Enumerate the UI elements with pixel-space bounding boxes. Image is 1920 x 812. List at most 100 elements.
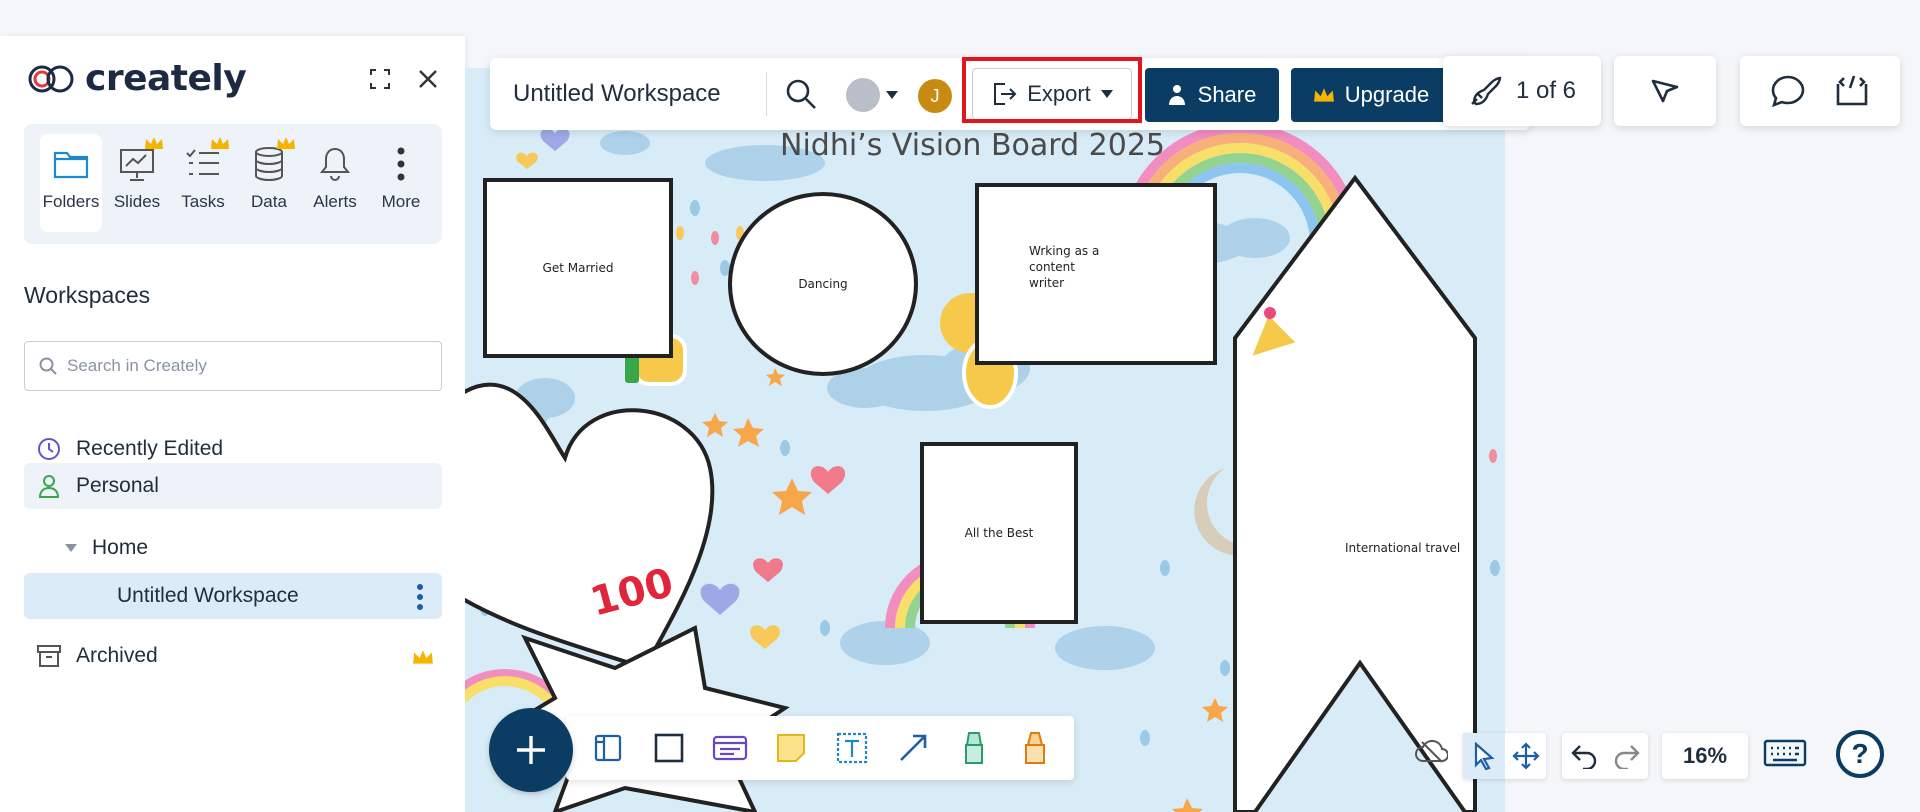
upgrade-button[interactable]: Upgrade [1291, 68, 1451, 122]
tree-personal[interactable]: Personal [24, 463, 442, 509]
avatar [846, 78, 880, 112]
marker-tool[interactable] [956, 730, 992, 766]
pointer-icon [1474, 742, 1495, 770]
nav-alerts[interactable]: Alerts [304, 134, 366, 232]
plus-icon [517, 736, 545, 764]
user-icon [36, 473, 62, 499]
nav-label: Data [251, 192, 287, 211]
card-tool[interactable] [712, 730, 748, 766]
undo-icon[interactable] [1570, 743, 1598, 769]
rectangle-tool[interactable] [651, 730, 687, 766]
crown-icon [276, 136, 296, 155]
library-icon [594, 734, 622, 762]
archive-icon [36, 643, 62, 669]
left-panel: creately Folders Slides Tasks Data Alert… [0, 36, 465, 812]
connector-tool[interactable] [895, 730, 931, 766]
highlighter-icon [1025, 732, 1045, 764]
nav-label: Folders [42, 192, 100, 211]
shape-get-married[interactable]: Get Married [483, 178, 673, 358]
logo-text: creately [85, 58, 247, 99]
user-share-icon [1168, 85, 1185, 105]
redo-icon[interactable] [1613, 743, 1641, 769]
shape-international-travel[interactable]: International travel [1345, 541, 1460, 555]
search-icon[interactable] [785, 78, 817, 115]
more-vertical-icon [379, 142, 423, 186]
shape-dancing[interactable]: Dancing [728, 192, 918, 376]
nav-data[interactable]: Data [238, 134, 300, 232]
tree-home[interactable]: Home [24, 525, 442, 571]
board-title[interactable]: Nidhi’s Vision Board 2025 [780, 128, 1165, 163]
nav-tasks[interactable]: Tasks [172, 134, 234, 232]
tree-label: Personal [76, 474, 159, 497]
collaborator-avatar-dropdown[interactable] [846, 78, 898, 112]
shape-text: Wrking as a content writer [1029, 244, 1100, 290]
add-button[interactable] [489, 708, 573, 792]
user-avatar[interactable]: J [918, 79, 952, 113]
nav-label: Slides [113, 192, 161, 211]
search-icon [39, 357, 57, 375]
cursor-mode-button[interactable] [1614, 56, 1716, 126]
folder-icon [49, 142, 93, 186]
sidebar-nav: Folders Slides Tasks Data Alerts More [24, 124, 442, 244]
more-vertical-icon[interactable] [416, 584, 424, 616]
tree-archived[interactable]: Archived [24, 633, 442, 679]
nav-more[interactable]: More [370, 134, 432, 232]
search-input[interactable] [67, 356, 427, 376]
export-highlight-box [962, 57, 1142, 123]
embed-code-icon[interactable] [1834, 74, 1870, 108]
nav-label: Tasks [181, 192, 225, 211]
nav-slides[interactable]: Slides [106, 134, 168, 232]
crown-icon [144, 136, 164, 155]
upgrade-label: Upgrade [1344, 82, 1430, 107]
history-group [1562, 733, 1648, 779]
comment-icon[interactable] [1770, 74, 1806, 108]
tree-label: Archived [76, 644, 158, 667]
collab-actions [1740, 56, 1900, 126]
close-icon[interactable] [415, 66, 441, 92]
text-tool[interactable] [834, 730, 870, 766]
sticky-note-tool[interactable] [773, 730, 809, 766]
clock-icon [36, 436, 62, 462]
select-tool[interactable] [1463, 733, 1505, 779]
sticky-note-icon [777, 734, 805, 762]
tree-label: Untitled Workspace [117, 584, 299, 607]
board-canvas[interactable]: 100 Get Married Dancing Wrking as a cont… [465, 68, 1505, 812]
toolbar-divider [766, 72, 767, 116]
shape-all-the-best[interactable]: All the Best [920, 442, 1078, 624]
tree-label: Home [92, 536, 149, 559]
keyboard-shortcuts-icon[interactable] [1763, 738, 1807, 773]
highlighter-tool[interactable] [1017, 730, 1053, 766]
crown-icon [412, 647, 434, 671]
expand-icon[interactable] [367, 66, 393, 92]
help-button[interactable]: ? [1836, 730, 1884, 778]
caret-down-icon [64, 535, 78, 561]
bell-icon [313, 142, 357, 186]
caret-down-icon [886, 91, 898, 99]
workspace-title[interactable]: Untitled Workspace [513, 80, 721, 108]
arrow-connector-icon [900, 734, 927, 761]
text-icon [836, 732, 868, 764]
crown-icon [210, 136, 230, 155]
rectangle-icon [654, 733, 684, 763]
library-tool[interactable] [590, 730, 626, 766]
tree-untitled-workspace[interactable]: Untitled Workspace [24, 573, 442, 619]
zoom-level: 16% [1682, 743, 1728, 768]
shape-toolbar [566, 716, 1074, 780]
zoom-control[interactable]: 16% [1662, 733, 1748, 779]
shape-text: All the Best [964, 526, 1034, 540]
move-icon [1511, 742, 1540, 770]
nav-folders[interactable]: Folders [40, 134, 102, 232]
pan-tool[interactable] [1505, 733, 1546, 779]
shape-writing[interactable]: Wrking as a content writer [975, 183, 1217, 365]
creately-logo[interactable]: creately [27, 58, 247, 99]
selection-mode-group [1463, 733, 1546, 779]
crown-icon [1313, 88, 1334, 102]
search-box[interactable] [24, 341, 442, 391]
rocket-icon [1471, 76, 1502, 106]
pages-label: 1 of 6 [1515, 77, 1577, 104]
cloud-sync-icon[interactable] [1414, 738, 1449, 769]
pages-button[interactable]: 1 of 6 [1443, 56, 1601, 126]
navigation-arrow-icon [1651, 79, 1679, 103]
share-button[interactable]: Share [1145, 68, 1279, 122]
shape-text: Get Married [542, 261, 614, 275]
